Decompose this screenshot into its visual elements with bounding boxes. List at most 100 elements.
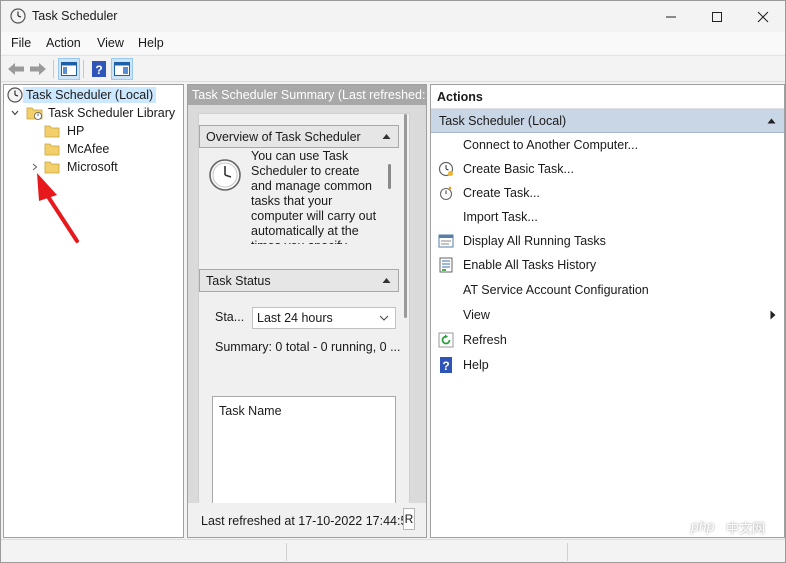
running-tasks-icon [438, 234, 454, 248]
toolbar-separator [83, 60, 84, 78]
task-name-column-header[interactable]: Task Name [219, 404, 282, 418]
tree-label: McAfee [67, 142, 110, 156]
action-label: View [463, 308, 490, 322]
library-folder-icon [26, 107, 43, 120]
title-bar[interactable]: Task Scheduler [1, 1, 785, 32]
tree-label: Task Scheduler Library [48, 106, 176, 120]
collapse-up-icon[interactable] [382, 133, 391, 140]
collapse-up-icon[interactable] [767, 118, 776, 124]
menu-action[interactable]: Action [46, 36, 81, 50]
status-period-select[interactable]: Last 24 hours [252, 307, 396, 329]
task-status-list[interactable]: Task Name [212, 396, 396, 506]
action-label: Connect to Another Computer... [463, 138, 639, 152]
status-summary: Summary: 0 total - 0 running, 0 ... [215, 340, 401, 354]
toolbar-separator [53, 60, 54, 78]
action-refresh[interactable]: Refresh [431, 329, 784, 351]
actions-section-title: Task Scheduler (Local) [439, 114, 567, 128]
tree-item-task-scheduler-local[interactable]: Task Scheduler (Local) [7, 86, 157, 104]
clock-icon [7, 87, 23, 103]
overview-title: Overview of Task Scheduler [206, 129, 361, 144]
summary-scroll-area[interactable]: Overview of Task Scheduler You can use T… [198, 113, 410, 517]
status-label: Sta... [215, 310, 245, 324]
task-scheduler-window: Task Scheduler File Action View Help ? T… [0, 0, 786, 563]
clock-app-icon [10, 8, 26, 24]
forward-button[interactable] [27, 58, 49, 80]
menu-file[interactable]: File [11, 36, 31, 50]
action-at-service-account[interactable]: AT Service Account Configuration [431, 279, 784, 301]
minimize-button[interactable] [648, 1, 694, 32]
show-hide-console-tree-button[interactable] [58, 58, 80, 80]
menu-help[interactable]: Help [138, 36, 164, 50]
help-toolbar-button[interactable]: ? [88, 58, 110, 80]
status-divider [567, 543, 568, 561]
summary-footer: Last refreshed at 17-10-2022 17:44:50 R [188, 503, 426, 537]
action-help[interactable]: ? Help [431, 354, 784, 376]
svg-text:?: ? [442, 359, 449, 373]
back-button[interactable] [5, 58, 27, 80]
task-status-section-header[interactable]: Task Status [199, 269, 399, 292]
action-pane-icon [114, 62, 130, 76]
tasks-history-icon [439, 257, 453, 273]
help-icon: ? [92, 61, 106, 77]
action-create-basic-task[interactable]: Create Basic Task... [431, 158, 784, 180]
summary-scrollbar[interactable] [404, 114, 407, 318]
help-icon: ? [440, 357, 452, 373]
overview-text: You can use Task Scheduler to create and… [251, 149, 377, 244]
actions-pane: Actions Task Scheduler (Local) Connect t… [430, 84, 785, 538]
close-icon [757, 11, 769, 22]
refresh-icon [438, 332, 454, 348]
refresh-summary-button[interactable]: R [403, 508, 415, 530]
action-create-task[interactable]: Create Task... [431, 182, 784, 204]
action-label: Create Basic Task... [463, 162, 574, 176]
create-basic-task-icon [438, 161, 454, 177]
menu-bar: File Action View Help [1, 32, 785, 54]
actions-header: Actions [431, 85, 784, 109]
action-import-task[interactable]: Import Task... [431, 206, 784, 228]
tree-item-hp[interactable]: HP [44, 122, 87, 140]
status-bar [1, 539, 785, 562]
clock-large-icon [209, 159, 241, 191]
submenu-arrow-icon [770, 310, 776, 320]
console-tree-icon [61, 62, 77, 76]
action-label: Import Task... [463, 210, 538, 224]
action-enable-tasks-history[interactable]: Enable All Tasks History [431, 254, 784, 276]
watermark-php: php [691, 518, 715, 534]
last-refreshed-text: Last refreshed at 17-10-2022 17:44:50 [201, 514, 415, 528]
actions-section-task-scheduler-local[interactable]: Task Scheduler (Local) [431, 109, 784, 133]
overview-section-header[interactable]: Overview of Task Scheduler [199, 125, 399, 148]
action-label: AT Service Account Configuration [463, 283, 649, 297]
action-label: Enable All Tasks History [463, 258, 597, 272]
action-display-running-tasks[interactable]: Display All Running Tasks [431, 230, 784, 252]
tree-item-mcafee[interactable]: McAfee [44, 140, 112, 158]
minimize-icon [666, 16, 676, 17]
show-hide-action-pane-button[interactable] [111, 58, 133, 80]
close-button[interactable] [740, 1, 785, 32]
action-label: Refresh [463, 333, 507, 347]
toolbar: ? [1, 55, 785, 82]
forward-arrow-icon [30, 63, 46, 75]
overview-scrollbar[interactable] [388, 164, 391, 189]
tree-label: Task Scheduler (Local) [23, 87, 157, 103]
console-tree: Task Scheduler (Local) Task Scheduler Li… [3, 84, 184, 538]
action-connect-computer[interactable]: Connect to Another Computer... [431, 134, 784, 156]
status-divider [286, 543, 287, 561]
red-pointer-arrow-icon [37, 173, 79, 243]
maximize-icon [712, 11, 722, 22]
tree-item-library[interactable]: Task Scheduler Library [10, 104, 178, 122]
action-label: Create Task... [463, 186, 540, 200]
svg-text:?: ? [95, 63, 102, 77]
chevron-down-icon[interactable] [10, 108, 20, 118]
watermark-cn: 中文网 [726, 521, 766, 536]
summary-pane: Task Scheduler Summary (Last refreshed: … [187, 84, 427, 538]
folder-icon [44, 143, 60, 156]
create-task-icon [439, 186, 453, 201]
action-view[interactable]: View [431, 304, 784, 326]
maximize-button[interactable] [694, 1, 740, 32]
task-status-title: Task Status [206, 273, 271, 288]
action-label: Display All Running Tasks [463, 234, 606, 248]
collapse-up-icon[interactable] [382, 277, 391, 284]
chevron-down-icon [379, 315, 389, 321]
menu-view[interactable]: View [97, 36, 124, 50]
window-title: Task Scheduler [32, 9, 118, 23]
status-period-value: Last 24 hours [257, 311, 333, 325]
